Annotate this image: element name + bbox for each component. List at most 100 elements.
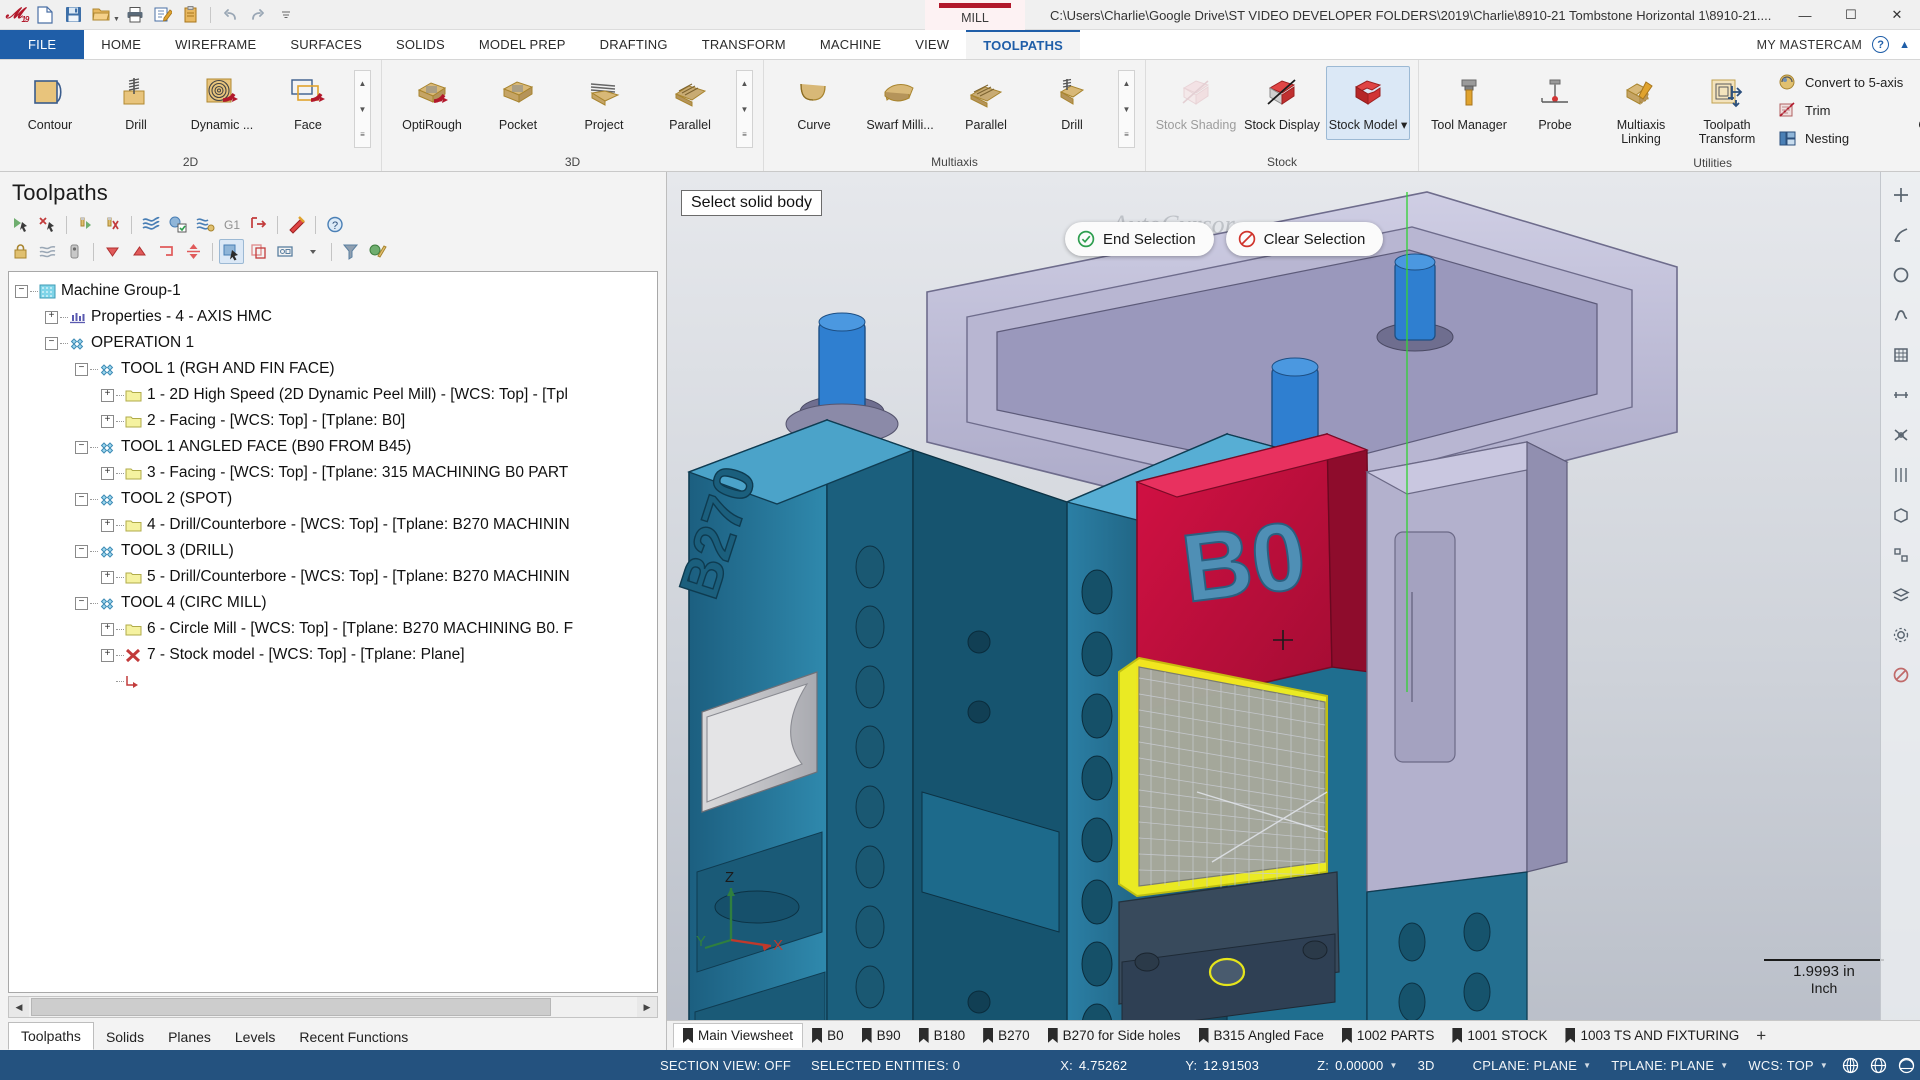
tree-expander[interactable]: − [75,440,88,454]
tab-levels-panel[interactable]: Levels [223,1024,287,1050]
print-icon[interactable] [122,3,148,27]
toolpaths-tree[interactable]: − Machine Group-1 + Properties - 4 - AXI… [8,271,658,993]
fit-view-icon[interactable] [1886,180,1916,210]
tree-expander[interactable]: − [75,492,88,506]
clipboard-icon[interactable] [178,3,204,27]
backplot-toolpath-icon[interactable] [192,212,217,237]
tab-solids[interactable]: SOLIDS [379,30,462,59]
tree-row[interactable]: − TOOL 1 (RGH AND FIN FACE) [15,356,653,382]
undo-icon[interactable] [217,3,243,27]
tab-toolpaths-panel[interactable]: Toolpaths [8,1022,94,1050]
measure-distance-icon[interactable] [1886,380,1916,410]
tree-expander[interactable]: + [45,310,58,324]
tab-surfaces[interactable]: SURFACES [273,30,379,59]
viewsheet-tab-1003-ts-and-fixturing[interactable]: 1003 TS AND FIXTURING [1556,1024,1748,1047]
z-dropdown-caret-icon[interactable]: ▼ [1389,1061,1397,1070]
help-icon[interactable]: ? [322,212,347,237]
scroll-up-icon[interactable]: ▲ [737,71,752,96]
clear-selection-button[interactable]: Clear Selection [1225,222,1384,256]
stock-display-button[interactable]: Stock Display [1240,66,1324,140]
face-button[interactable]: Face [266,66,350,140]
stock-model-button[interactable]: Stock Model ▾ [1326,66,1410,140]
end-selection-button[interactable]: End Selection [1065,222,1214,256]
toggle-display-icon[interactable] [35,239,60,264]
tree-row[interactable]: − TOOL 2 (SPOT) [15,486,653,512]
status-section-view[interactable]: SECTION VIEW: OFF [0,1058,801,1073]
tplane-dropdown-caret-icon[interactable]: ▼ [1720,1061,1728,1070]
verify-toolpath-icon[interactable] [165,212,190,237]
move-down-icon[interactable] [100,239,125,264]
status-selected-entities[interactable]: SELECTED ENTITIES: 0 [801,1058,970,1073]
mill-context-tab[interactable]: MILL [925,0,1025,30]
swarf-mill-button[interactable]: Swarf Milli... [858,66,942,140]
viewsheet-tab-b180[interactable]: B180 [910,1024,975,1047]
viewsheet-tab-b270[interactable]: B270 [974,1024,1039,1047]
new-file-icon[interactable] [32,3,58,27]
display-options-icon[interactable] [273,239,298,264]
tree-expander[interactable]: − [45,336,58,350]
tree-expander[interactable]: + [101,518,114,532]
spline-tool-icon[interactable] [1886,300,1916,330]
toggle-posting-icon[interactable] [62,239,87,264]
tree-row[interactable]: + 6 - Circle Mill - [WCS: Top] - [Tplane… [15,616,653,642]
hidden-line-view-icon[interactable] [1866,1053,1892,1077]
2d-gallery-scroller[interactable]: ▲ ▼ ≡ [354,70,371,148]
edit-toolpath-icon[interactable] [365,239,390,264]
stock-shading-button[interactable]: Stock Shading [1154,66,1238,140]
toolpath-transform-button[interactable]: Toolpath Transform [1685,66,1769,147]
tree-horizontal-scrollbar[interactable]: ◀ ▶ [8,996,658,1018]
status-x-coordinate[interactable]: X: 4.75262 [1050,1058,1137,1073]
lock-toolpath-icon[interactable] [8,239,33,264]
section-view-icon[interactable] [1886,220,1916,250]
save-icon[interactable] [60,3,86,27]
analyze-icon[interactable] [1886,420,1916,450]
status-tplane[interactable]: TPLANE: PLANE ▼ [1601,1058,1738,1073]
settings-gear-icon[interactable] [1886,620,1916,650]
scroll-right-icon[interactable]: ▶ [637,997,657,1017]
toolpath-filter-icon[interactable] [338,239,363,264]
project-button[interactable]: Project [562,66,646,140]
viewsheet-tab-b0[interactable]: B0 [803,1024,853,1047]
multiaxis-gallery-scroller[interactable]: ▲ ▼ ≡ [1118,70,1135,148]
tree-row[interactable]: − TOOL 4 (CIRC MILL) [15,590,653,616]
status-cplane[interactable]: CPLANE: PLANE ▼ [1463,1058,1602,1073]
3d-gallery-scroller[interactable]: ▲ ▼ ≡ [736,70,753,148]
scroll-left-icon[interactable]: ◀ [9,997,29,1017]
customize-caret-icon[interactable] [273,3,299,27]
add-viewsheet-button[interactable]: + [1748,1026,1774,1046]
shaded-wire-view-icon[interactable] [1894,1053,1920,1077]
display-caret-icon[interactable] [300,239,325,264]
regenerate-dirty-icon[interactable] [100,212,125,237]
graphics-viewport[interactable]: B270 B0 Select solid body End Selection … [667,172,1920,1050]
viewsheet-tab-1002-parts[interactable]: 1002 PARTS [1333,1024,1444,1047]
viewsheet-tab-1001-stock[interactable]: 1001 STOCK [1443,1024,1556,1047]
curve-button[interactable]: Curve [772,66,856,140]
cplane-dropdown-caret-icon[interactable]: ▼ [1583,1061,1591,1070]
minimize-button[interactable]: — [1782,0,1828,30]
tab-home[interactable]: HOME [84,30,158,59]
copy-toolpath-icon[interactable] [246,239,271,264]
tab-view[interactable]: VIEW [898,30,966,59]
status-z-coordinate[interactable]: Z: 0.00000 ▼ [1307,1058,1407,1073]
high-feed-icon[interactable] [246,212,271,237]
tab-drafting[interactable]: DRAFTING [583,30,685,59]
gallery-expand-icon[interactable]: ≡ [1119,122,1134,147]
tree-row[interactable]: + 2 - Facing - [WCS: Top] - [Tplane: B0] [15,408,653,434]
tree-row[interactable]: − Machine Group-1 [15,278,653,304]
my-mastercam-link[interactable]: MY MASTERCAM [1757,38,1862,52]
close-button[interactable]: ✕ [1874,0,1920,30]
help-icon[interactable]: ? [1872,36,1890,53]
tab-recent-functions-panel[interactable]: Recent Functions [287,1024,420,1050]
multiaxis-linking-button[interactable]: Multiaxis Linking [1599,66,1683,147]
gallery-expand-icon[interactable]: ≡ [737,122,752,147]
move-up-icon[interactable] [127,239,152,264]
tree-expander[interactable]: + [101,622,114,636]
redo-icon[interactable] [245,3,271,27]
layers-icon[interactable] [1886,580,1916,610]
wireframe-view-icon[interactable] [1838,1053,1864,1077]
scroll-down-icon[interactable]: ▼ [737,97,752,122]
open-dropdown-caret-icon[interactable]: ▼ [113,16,120,23]
parallel-multiaxis-button[interactable]: Parallel [944,66,1028,140]
tab-file[interactable]: FILE [0,30,85,59]
tree-expander[interactable]: + [101,388,114,402]
